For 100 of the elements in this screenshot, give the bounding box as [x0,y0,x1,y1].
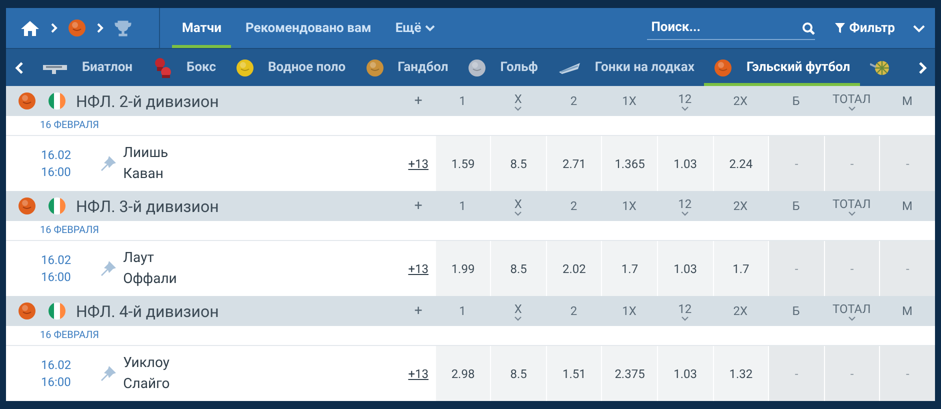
column-header[interactable]: X [490,296,546,326]
sport-tab[interactable]: Биатлон [32,49,143,86]
boxing-gloves-icon [152,56,173,78]
team-name: Каван [123,164,164,184]
column-header: М [900,198,914,215]
column-header[interactable]: 12 [657,86,713,116]
chevron-down-icon [680,106,689,110]
team-name: Слайго [123,374,170,394]
chevron-right-icon [918,60,926,74]
match-time: 16:00 [41,374,72,390]
odds-cell: - [769,346,824,401]
search-field[interactable]: Поиск... [647,16,816,40]
team-name: Уиклоу [123,354,170,372]
column-header: 1X [621,198,638,215]
sport-tab[interactable]: Гольф [458,49,548,86]
sport-tab[interactable]: Гандбол [356,49,458,86]
column-header: + [413,302,424,321]
team-name: Оффали [123,270,177,288]
match-date: 16.02 [41,146,72,164]
league-title: НФЛ. 4-й дивизион [76,302,219,320]
pin-icon [99,365,118,382]
column-header: 1 [458,198,467,215]
column-header: + [413,197,424,216]
sport-tab[interactable]: Гонки на лодках [548,49,704,86]
team-name: Лаут [123,248,155,268]
odds-cell[interactable]: 1.32 [714,346,768,401]
more-markets-link[interactable]: +13 [402,346,435,401]
filter-button[interactable]: Фильтр [835,20,895,36]
tab[interactable]: Рекомендовано вам [235,8,382,48]
boat-icon [558,60,581,75]
odds-cell[interactable]: 2.375 [602,346,658,401]
odds-cell[interactable]: 2.02 [546,241,602,296]
chevron-down-icon [848,210,856,216]
column-header[interactable]: X [490,191,546,221]
odds-cell: - [824,241,880,296]
column-header[interactable]: ТОТАЛ [824,86,880,116]
chevron-down-icon [848,106,856,110]
odds-cell[interactable]: 1.03 [658,241,713,296]
odds-cell[interactable]: 1.7 [714,241,768,296]
sport-tab[interactable]: Бокс [142,49,226,86]
league-title: НФЛ. 3-й дивизион [76,196,219,216]
odds-cell: - [769,136,824,191]
column-header: М [900,303,914,320]
pin-icon [99,155,118,172]
column-header[interactable]: ТОТАЛ [824,296,880,326]
odds-cell: - [824,136,880,191]
column-header: Б [791,303,801,320]
odds-cell[interactable]: 2.24 [714,136,768,191]
odds-cell[interactable]: 2.98 [436,346,490,401]
pin-icon [99,260,118,277]
odds-cell[interactable]: 8.5 [491,241,546,296]
tab[interactable]: Ещё [385,8,446,48]
odds-cell: - [880,136,935,191]
more-markets-link[interactable]: +13 [402,136,435,191]
odds-cell[interactable]: 8.5 [491,136,546,191]
column-header: 2 [569,198,578,215]
column-header[interactable]: 12 [657,296,713,326]
column-header[interactable]: X [490,86,546,116]
column-header[interactable]: ТОТАЛ [824,191,880,221]
column-header: 2 [569,303,578,320]
ireland-flag-icon [48,92,66,110]
odds-cell[interactable]: 1.365 [602,136,658,191]
odds-cell[interactable]: 1.59 [436,136,490,191]
odds-cell[interactable]: 1.03 [658,136,713,191]
odds-cell[interactable]: 1.99 [436,241,490,296]
chevron-down-icon [848,316,856,320]
match-time: 16:00 [41,164,72,180]
trophy-icon [114,20,132,36]
date-header: 16 ФЕВРАЛЯ [6,116,935,136]
odds-cell: - [880,241,935,296]
column-header: Б [791,198,801,215]
column-header: 2X [732,93,749,110]
ball-icon [18,302,36,320]
more-markets-link[interactable]: +13 [402,241,435,296]
filter-icon [835,23,846,33]
search-icon [802,22,816,34]
chevron-down-icon [680,210,689,216]
chevron-down-icon [514,210,522,216]
match-date: 16.02 [41,252,72,268]
odds-cell: - [769,241,824,296]
column-header: 2 [569,93,578,110]
match-date: 16.02 [41,356,72,374]
column-header[interactable]: 12 [657,191,713,221]
odds-cell[interactable]: 8.5 [491,346,546,401]
chevron-down-icon [913,24,925,32]
odds-cell[interactable]: 1.03 [658,346,713,401]
column-header: + [413,92,424,111]
chevron-right-icon [96,22,104,34]
column-header: 2X [732,198,749,215]
odds-cell[interactable]: 2.71 [546,136,602,191]
column-header: 1X [621,303,638,320]
sport-tab[interactable]: Водное поло [226,49,356,86]
odds-cell: - [880,346,935,401]
column-header: 1 [458,303,467,320]
odds-cell[interactable]: 1.51 [546,346,602,401]
chevron-right-icon [50,22,58,34]
column-header: Б [791,93,801,110]
column-header: 2X [732,303,749,320]
chevron-down-icon [514,106,522,110]
odds-cell[interactable]: 1.7 [602,241,658,296]
